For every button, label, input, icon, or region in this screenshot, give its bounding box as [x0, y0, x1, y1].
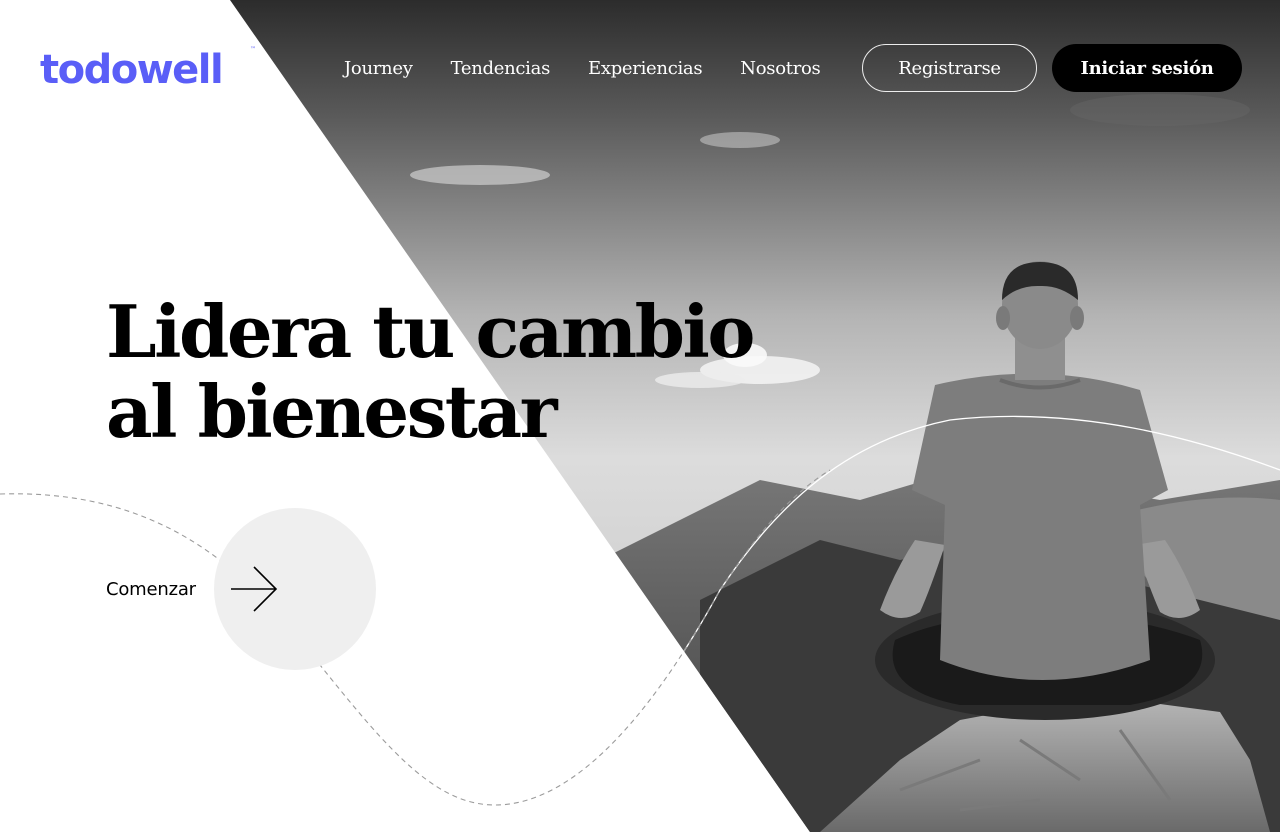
trademark-symbol: ™ — [250, 46, 256, 53]
hero-headline-line-1: Lidera tu cambio — [106, 289, 755, 374]
brand-logo[interactable]: todowell — [40, 46, 224, 94]
start-cta-circle[interactable] — [214, 508, 376, 670]
start-cta[interactable]: Comenzar — [106, 508, 376, 670]
main-nav: Journey Tendencias Experiencias Nosotros — [344, 58, 821, 80]
nav-link-tendencias[interactable]: Tendencias — [451, 58, 551, 80]
login-button[interactable]: Iniciar sesión — [1052, 44, 1242, 92]
register-button[interactable]: Registrarse — [862, 44, 1037, 92]
nav-link-experiencias[interactable]: Experiencias — [588, 58, 703, 80]
start-cta-label: Comenzar — [106, 578, 196, 600]
arrow-right-icon — [231, 566, 278, 612]
nav-link-journey[interactable]: Journey — [344, 58, 413, 80]
nav-link-nosotros[interactable]: Nosotros — [740, 58, 820, 80]
hero-headline: Lidera tu cambio al bienestar — [106, 289, 755, 454]
hero-headline-line-2: al bienestar — [106, 369, 558, 454]
